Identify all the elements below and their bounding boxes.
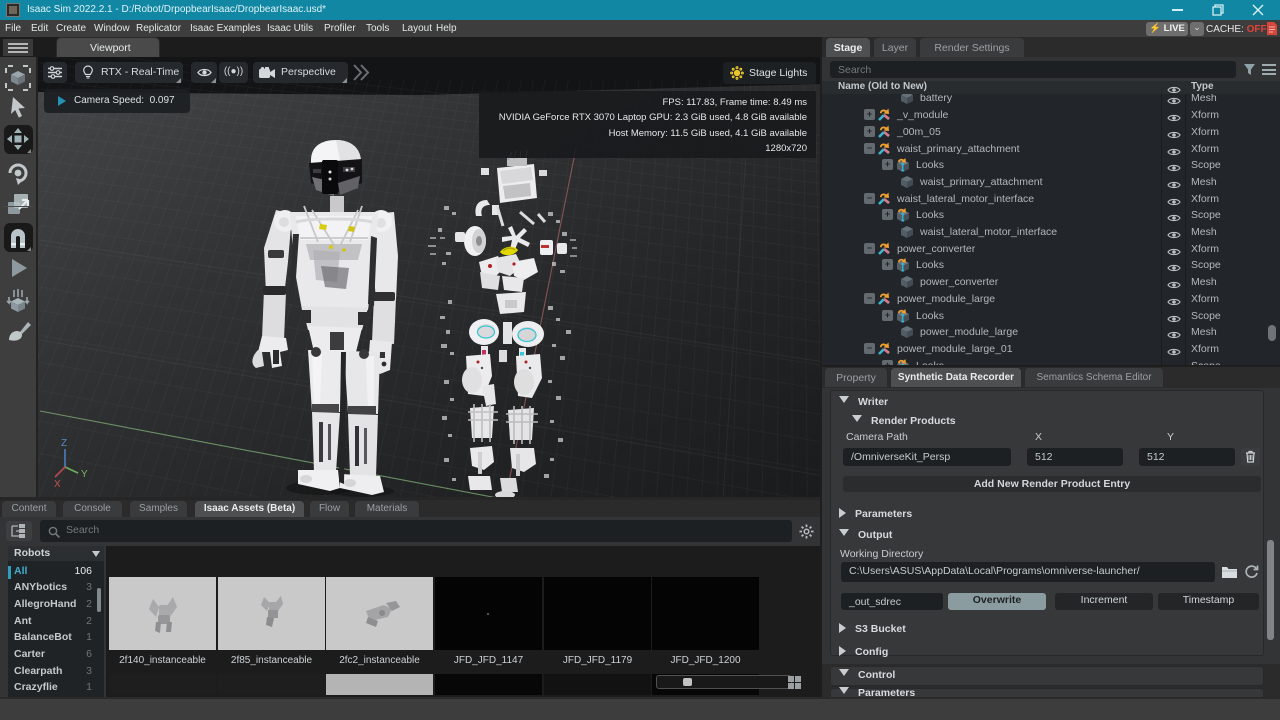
svg-text:Z: Z — [61, 438, 67, 449]
svg-text:Y: Y — [81, 469, 88, 480]
svg-text:X: X — [54, 479, 61, 490]
